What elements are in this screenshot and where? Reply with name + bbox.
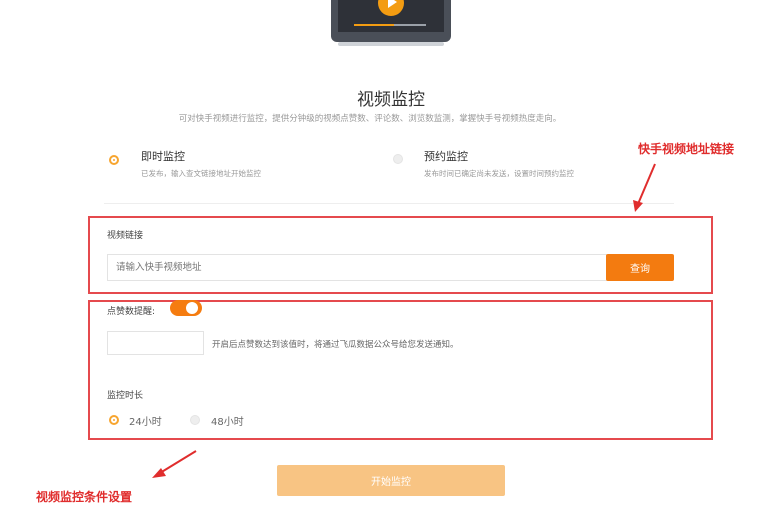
- play-triangle-icon: [388, 0, 397, 8]
- annotation-condition-note: 视频监控条件设置: [36, 490, 133, 504]
- like-reminder-label: 点赞数提醒:: [107, 307, 156, 317]
- monitor-base: [338, 42, 444, 46]
- duration-48h-label[interactable]: 48小时: [211, 413, 244, 428]
- annotation-box-conditions: [88, 300, 713, 440]
- mode-scheduled-desc: 发布时间已确定尚未发送，设置时间预约监控: [424, 169, 574, 178]
- threshold-hint: 开启后点赞数达到该值时，将通过飞瓜数据公众号给您发送通知。: [212, 340, 459, 350]
- radio-scheduled-monitor[interactable]: [393, 154, 403, 164]
- mode-instant-title[interactable]: 即时监控: [141, 148, 185, 164]
- mode-instant-desc: 已发布，输入查文链接地址开始监控: [141, 169, 261, 178]
- annotation-arrow-icon: [152, 450, 197, 478]
- video-link-input[interactable]: [107, 254, 607, 281]
- query-button[interactable]: 查询: [606, 254, 674, 281]
- mode-scheduled-title[interactable]: 预约监控: [424, 148, 468, 164]
- section-divider: [104, 203, 674, 204]
- duration-label: 监控时长: [107, 391, 144, 401]
- annotation-arrow-icon: [633, 163, 656, 212]
- page-subtitle: 可对快手视频进行监控，提供分钟级的视频点赞数、评论数、浏览数监测，掌握快手号视频…: [178, 114, 562, 124]
- radio-24h[interactable]: [109, 415, 119, 425]
- radio-48h[interactable]: [190, 415, 200, 425]
- annotation-link-note: 快手视频地址链接: [638, 142, 735, 156]
- like-threshold-input[interactable]: [107, 331, 204, 355]
- video-progress-fill: [354, 24, 394, 26]
- radio-instant-monitor[interactable]: [109, 155, 119, 165]
- video-link-label: 视频链接: [107, 231, 144, 241]
- toggle-knob: [186, 302, 198, 314]
- start-monitor-button[interactable]: 开始监控: [277, 465, 505, 496]
- page-title: 视频监控: [357, 90, 425, 110]
- duration-24h-label[interactable]: 24小时: [129, 413, 162, 428]
